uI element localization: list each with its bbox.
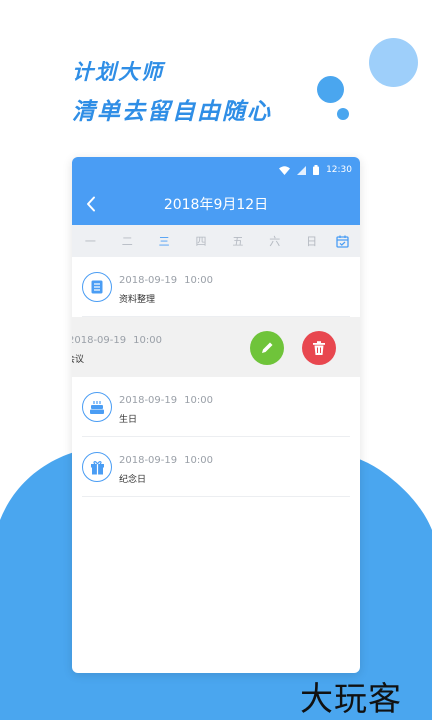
- item-datetime: 2018-09-19 10:00: [119, 395, 213, 406]
- header-bar: 2018年9月12日: [72, 183, 360, 225]
- chevron-left-icon: [87, 196, 95, 212]
- calendar-icon: [335, 235, 349, 248]
- cake-icon: [90, 400, 104, 414]
- list-item[interactable]: 2018-09-19 10:00 资料整理: [82, 257, 350, 317]
- item-datetime: 2018-09-19 10:00: [119, 275, 213, 286]
- status-bar: 12:30: [72, 157, 360, 183]
- battery-icon: [313, 165, 320, 175]
- trash-icon: [313, 341, 325, 355]
- wifi-icon: [279, 165, 291, 175]
- promo-headline: 计划大师: [72, 60, 164, 84]
- document-list-icon: [91, 280, 103, 294]
- page-title: 2018年9月12日: [163, 197, 269, 213]
- weekday-mon[interactable]: 一: [72, 233, 109, 249]
- promo-subheadline: 清单去留自由随心: [72, 99, 272, 125]
- weekday-wed[interactable]: 三: [146, 233, 183, 249]
- week-bar: 一 二 三 四 五 六 日: [72, 225, 360, 257]
- item-date: 2018-09-19: [119, 395, 178, 406]
- item-time: 10:00: [184, 395, 213, 406]
- item-date: 2018-09-19: [119, 455, 178, 466]
- weekday-fri[interactable]: 五: [219, 233, 256, 249]
- weekday-sat[interactable]: 六: [256, 233, 293, 249]
- gift-icon: [90, 460, 104, 474]
- item-title: 纪念日: [119, 475, 147, 485]
- decor-circle-small: [337, 108, 349, 120]
- item-icon-wrap: [82, 272, 112, 302]
- signal-icon: [297, 165, 307, 175]
- weekday-tue[interactable]: 二: [109, 233, 146, 249]
- back-button[interactable]: [82, 195, 100, 213]
- item-title: 会议: [72, 355, 85, 365]
- weekday-thu[interactable]: 四: [183, 233, 220, 249]
- list-item-swiped[interactable]: 2018-09-19 10:00 会议: [72, 317, 360, 377]
- schedule-list: 2018-09-1910:00 资料整理 2018-09-1910:00 会议 …: [72, 257, 360, 497]
- phone-screen: 12:30 2018年9月12日 一 二 三 四 五 六 日 2018-09-1…: [72, 157, 360, 673]
- weekday-sun[interactable]: 日: [293, 233, 330, 249]
- item-datetime: 2018-09-19 10:00: [119, 455, 213, 466]
- item-icon-wrap: [82, 392, 112, 422]
- item-date: 2018-09-19: [119, 275, 178, 286]
- item-time: 10:00: [184, 275, 213, 286]
- edit-button[interactable]: [250, 331, 284, 365]
- item-time: 10:00: [133, 335, 162, 346]
- item-title: 生日: [119, 415, 138, 425]
- item-datetime: 2018-09-19 10:00: [72, 335, 162, 346]
- delete-button[interactable]: [302, 331, 336, 365]
- item-icon-wrap: [82, 452, 112, 482]
- item-title: 资料整理: [119, 295, 156, 305]
- watermark-logo: 大玩客: [300, 679, 402, 718]
- item-date: 2018-09-19: [72, 335, 127, 346]
- decor-circle-large: [369, 38, 418, 87]
- decor-circle-medium: [317, 76, 344, 103]
- list-item[interactable]: 2018-09-19 10:00 纪念日: [82, 437, 350, 497]
- pencil-icon: [262, 342, 273, 353]
- item-time: 10:00: [184, 455, 213, 466]
- list-item[interactable]: 2018-09-19 10:00 生日: [82, 377, 350, 437]
- calendar-button[interactable]: [330, 235, 354, 248]
- status-time: 12:30: [326, 165, 352, 175]
